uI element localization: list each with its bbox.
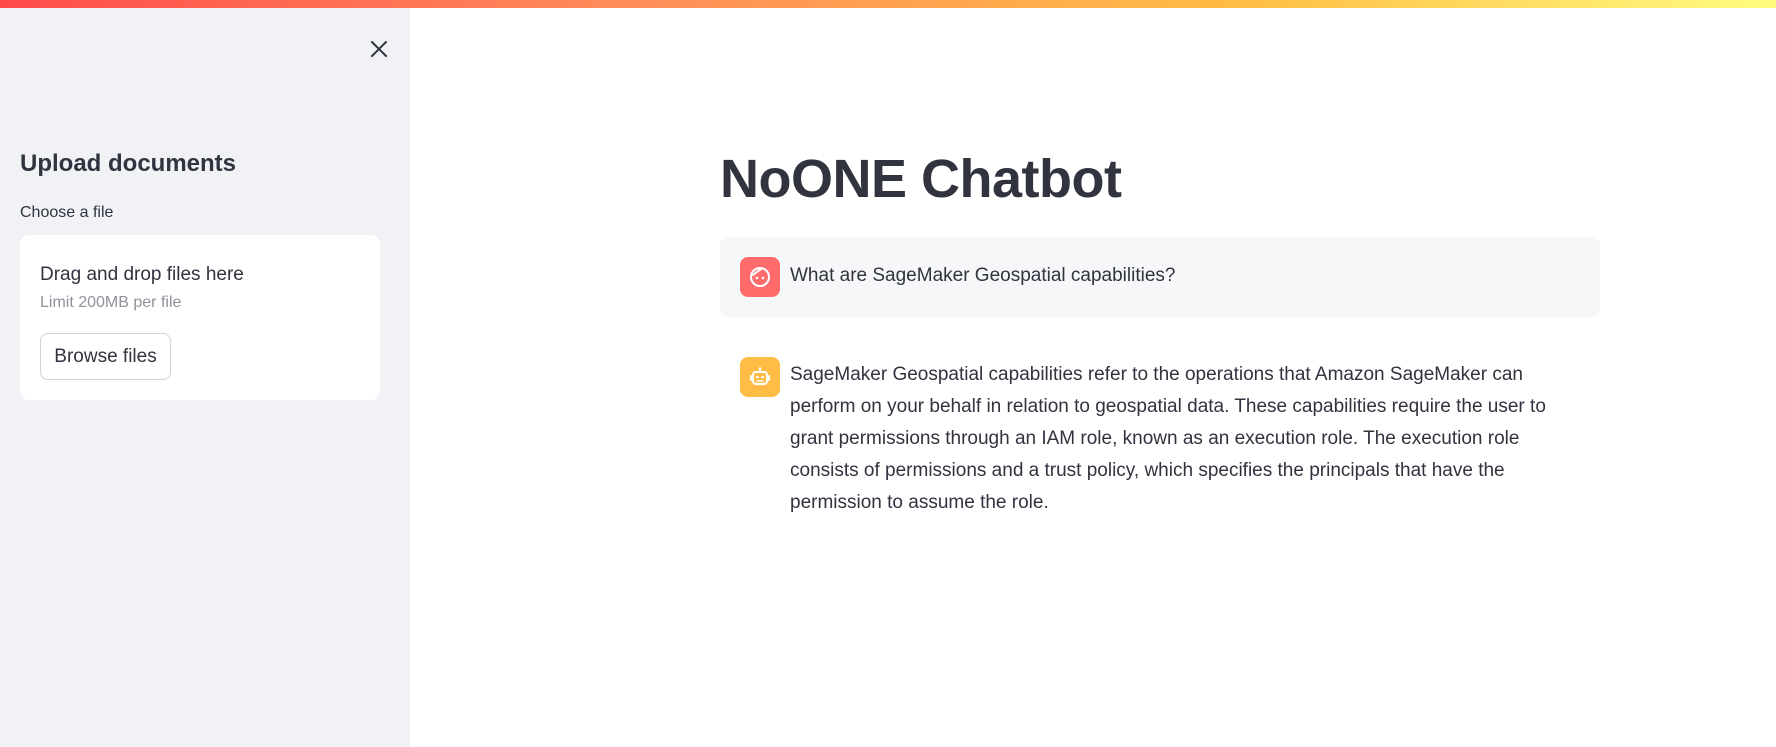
browse-files-button[interactable]: Browse files	[40, 333, 171, 380]
dropzone-limit: Limit 200MB per file	[40, 294, 182, 311]
file-uploader-label: Choose a file	[20, 204, 114, 221]
page-title: NoONE Chatbot	[720, 149, 1122, 209]
user-face-icon	[750, 267, 770, 287]
assistant-avatar	[740, 357, 780, 397]
sidebar-title: Upload documents	[20, 150, 237, 177]
assistant-message-text: SageMaker Geospatial capabilities refer …	[790, 364, 1546, 513]
close-icon	[371, 41, 387, 57]
dropzone-title: Drag and drop files here	[40, 264, 244, 285]
top-decoration-bar	[0, 0, 1776, 8]
close-sidebar-button[interactable]	[364, 34, 394, 64]
user-message-text: What are SageMaker Geospatial capabiliti…	[790, 265, 1176, 286]
sidebar: Upload documents Choose a file Drag and …	[0, 8, 410, 747]
chat-message-assistant: SageMaker Geospatial capabilities refer …	[720, 337, 1600, 527]
file-dropzone[interactable]: Drag and drop files here Limit 200MB per…	[20, 235, 380, 400]
chat-message-user: What are SageMaker Geospatial capabiliti…	[720, 237, 1600, 317]
user-avatar	[740, 257, 780, 297]
robot-icon	[750, 367, 770, 385]
